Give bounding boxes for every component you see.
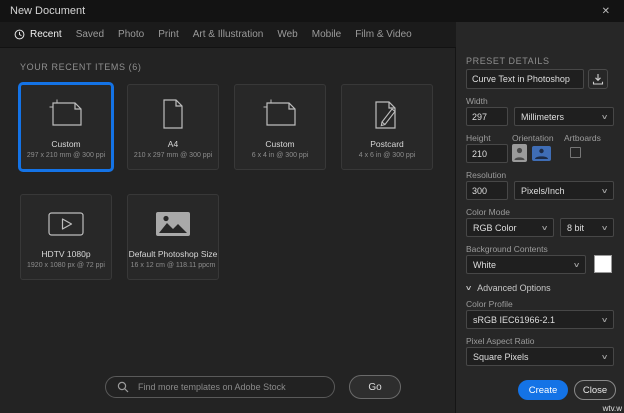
chevron-down-icon: ∨ [600, 316, 609, 324]
tab-web[interactable]: Web [277, 29, 297, 40]
document-landscape-icon [47, 89, 85, 139]
resolution-label: Resolution [466, 170, 507, 180]
color-profile-dropdown[interactable]: sRGB IEC61966-2.1 ∨ [466, 310, 614, 329]
width-label: Width [466, 96, 488, 106]
preset-details-panel: PRESET DETAILS Width Millimeters ∨ Heigh… [456, 22, 624, 413]
background-contents-label: Background Contents [466, 244, 548, 254]
search-icon [117, 381, 129, 393]
template-card-custom-in[interactable]: Custom 6 x 4 in @ 300 ppi [234, 84, 326, 170]
color-mode-dropdown[interactable]: RGB Color ∨ [466, 218, 554, 237]
advanced-options-label: Advanced Options [477, 283, 551, 293]
tab-mobile[interactable]: Mobile [312, 29, 341, 40]
save-preset-button[interactable] [588, 69, 608, 89]
watermark: wtv.w [602, 404, 622, 413]
chevron-down-icon: ∨ [572, 261, 581, 269]
chevron-down-icon: ∨ [540, 224, 549, 232]
image-icon [154, 199, 192, 249]
resolution-unit-dropdown[interactable]: Pixels/Inch ∨ [514, 181, 614, 200]
template-size: 297 x 210 mm @ 300 ppi [26, 152, 106, 159]
go-button[interactable]: Go [349, 375, 401, 399]
template-size: 16 x 12 cm @ 118.11 ppcm [130, 262, 216, 269]
resolution-unit-value: Pixels/Inch [521, 185, 565, 196]
advanced-options-toggle[interactable]: ∨ Advanced Options [464, 283, 551, 293]
width-input[interactable] [466, 107, 508, 126]
template-name: Default Photoshop Size [128, 249, 218, 259]
template-category-tabs: Recent Saved Photo Print Art & Illustrat… [0, 22, 456, 48]
orientation-label: Orientation [512, 133, 554, 143]
template-size: 210 x 297 mm @ 300 ppi [133, 152, 213, 159]
template-card-a4[interactable]: A4 210 x 297 mm @ 300 ppi [127, 84, 219, 170]
width-unit-value: Millimeters [521, 111, 565, 122]
pixel-aspect-ratio-value: Square Pixels [473, 351, 529, 362]
document-portrait-icon [160, 89, 186, 139]
artboards-label: Artboards [564, 133, 601, 143]
template-name: Custom [51, 139, 81, 149]
video-play-icon [46, 199, 86, 249]
orientation-portrait-button[interactable] [512, 144, 527, 162]
adobe-stock-search: Go [105, 375, 401, 399]
chevron-down-icon: ∨ [600, 113, 609, 121]
bit-depth-dropdown[interactable]: 8 bit ∨ [560, 218, 614, 237]
title-bar: New Document ✕ [0, 0, 624, 22]
portrait-orientation-icon [512, 144, 527, 162]
recent-items-heading: YOUR RECENT ITEMS (6) [20, 62, 142, 72]
tab-photo[interactable]: Photo [118, 29, 144, 40]
create-button[interactable]: Create [518, 380, 568, 400]
bit-depth-value: 8 bit [567, 222, 585, 233]
close-button[interactable]: Close [574, 380, 616, 400]
tab-recent[interactable]: Recent [14, 29, 62, 40]
height-input[interactable] [466, 144, 508, 163]
artboards-checkbox[interactable] [570, 147, 581, 158]
orientation-landscape-button[interactable] [532, 146, 551, 161]
new-document-dialog: New Document ✕ Recent Saved Photo Print … [0, 0, 624, 413]
tab-art-illustration[interactable]: Art & Illustration [193, 29, 264, 40]
search-pill[interactable] [105, 376, 335, 398]
search-input[interactable] [136, 381, 323, 393]
preset-details-heading: PRESET DETAILS [466, 56, 550, 66]
template-name: HDTV 1080p [41, 249, 91, 259]
chevron-down-icon: ∨ [600, 224, 609, 232]
color-mode-value: RGB Color [473, 222, 517, 233]
template-name: A4 [167, 139, 179, 149]
color-mode-label: Color Mode [466, 207, 510, 217]
landscape-orientation-icon [532, 146, 551, 161]
chevron-down-icon: ∨ [464, 285, 473, 292]
document-landscape-icon [261, 89, 299, 139]
tab-saved[interactable]: Saved [76, 29, 104, 40]
document-title-input[interactable] [466, 69, 584, 89]
template-card-postcard[interactable]: Postcard 4 x 6 in @ 300 ppi [341, 84, 433, 170]
recent-items-panel: YOUR RECENT ITEMS (6) Custom 297 x 210 m… [0, 48, 456, 413]
template-size: 6 x 4 in @ 300 ppi [251, 152, 309, 159]
height-label: Height [466, 133, 491, 143]
chevron-down-icon: ∨ [600, 187, 609, 195]
template-size: 4 x 6 in @ 300 ppi [358, 152, 416, 159]
chevron-down-icon: ∨ [600, 353, 609, 361]
color-profile-label: Color Profile [466, 299, 513, 309]
background-contents-dropdown[interactable]: White ∨ [466, 255, 586, 274]
pixel-aspect-ratio-dropdown[interactable]: Square Pixels ∨ [466, 347, 614, 366]
download-icon [592, 74, 604, 85]
width-unit-dropdown[interactable]: Millimeters ∨ [514, 107, 614, 126]
template-card-default-photoshop-size[interactable]: Default Photoshop Size 16 x 12 cm @ 118.… [127, 194, 219, 280]
template-card-custom-landscape[interactable]: Custom 297 x 210 mm @ 300 ppi [20, 84, 112, 170]
resolution-input[interactable] [466, 181, 508, 200]
color-profile-value: sRGB IEC61966-2.1 [473, 314, 556, 325]
tab-label: Recent [30, 29, 62, 40]
template-name: Custom [265, 139, 295, 149]
window-close-icon[interactable]: ✕ [598, 6, 614, 17]
tab-print[interactable]: Print [158, 29, 179, 40]
background-contents-value: White [473, 259, 497, 270]
tab-film-video[interactable]: Film & Video [355, 29, 412, 40]
window-title: New Document [10, 5, 86, 17]
background-color-swatch[interactable] [594, 255, 612, 273]
clock-icon [14, 29, 25, 40]
template-card-hdtv[interactable]: HDTV 1080p 1920 x 1080 px @ 72 ppi [20, 194, 112, 280]
template-size: 1920 x 1080 px @ 72 ppi [27, 262, 105, 269]
pencil-document-icon [372, 89, 402, 139]
template-name: Postcard [370, 139, 404, 149]
pixel-aspect-ratio-label: Pixel Aspect Ratio [466, 336, 535, 346]
